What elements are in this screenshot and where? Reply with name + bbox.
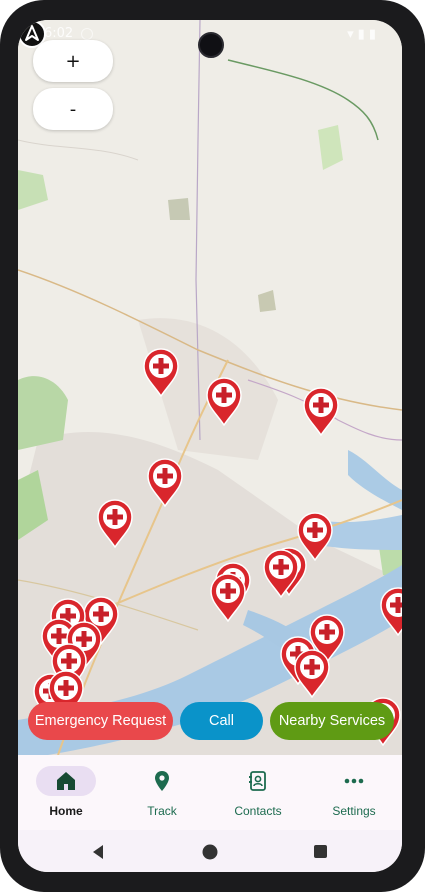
nav-label-track: Track [147, 804, 177, 818]
bottom-navigation: Home Track Contacts Settings [18, 755, 402, 830]
nav-item-contacts[interactable]: Contacts [210, 755, 306, 830]
nav-label-contacts: Contacts [234, 804, 282, 818]
location-pin-icon [155, 771, 169, 791]
hospital-marker[interactable] [209, 572, 247, 622]
status-time: 6:02 [44, 26, 74, 41]
hospital-marker[interactable] [142, 347, 180, 397]
screen: 6:02 ▾▮▮ + - Emergency Request Call Near… [18, 20, 402, 872]
recents-icon[interactable] [313, 844, 328, 859]
contacts-icon [249, 771, 266, 791]
nav-label-settings: Settings [332, 804, 376, 818]
notification-dot-icon [81, 28, 93, 40]
more-dots-icon [344, 778, 364, 784]
nav-item-settings[interactable]: Settings [306, 755, 402, 830]
hospital-marker[interactable] [379, 586, 402, 636]
hospital-marker[interactable] [262, 548, 300, 598]
hospital-marker[interactable] [302, 386, 340, 436]
zoom-out-button[interactable]: - [33, 88, 113, 130]
back-icon[interactable] [90, 844, 106, 860]
zoom-in-button[interactable]: + [33, 40, 113, 82]
map-view[interactable] [18, 20, 402, 755]
camera-cutout [198, 32, 224, 58]
phone-frame: 6:02 ▾▮▮ + - Emergency Request Call Near… [0, 0, 425, 892]
hospital-marker[interactable] [205, 376, 243, 426]
hospital-marker[interactable] [96, 498, 134, 548]
signal-battery-icon: ▾▮▮ [347, 26, 380, 41]
call-button[interactable]: Call [180, 702, 263, 740]
nav-item-track[interactable]: Track [114, 755, 210, 830]
system-navigation-bar [18, 830, 402, 872]
action-bar: Emergency Request Call Nearby Services [18, 702, 402, 742]
nav-item-home[interactable]: Home [18, 755, 114, 830]
nearby-services-button[interactable]: Nearby Services [270, 702, 394, 740]
emergency-request-button[interactable]: Emergency Request [28, 702, 173, 740]
nav-label-home: Home [49, 804, 83, 818]
hospital-marker[interactable] [146, 457, 184, 507]
home-icon [57, 772, 75, 790]
home-circle-icon[interactable] [201, 843, 219, 861]
hospital-marker[interactable] [293, 648, 331, 698]
